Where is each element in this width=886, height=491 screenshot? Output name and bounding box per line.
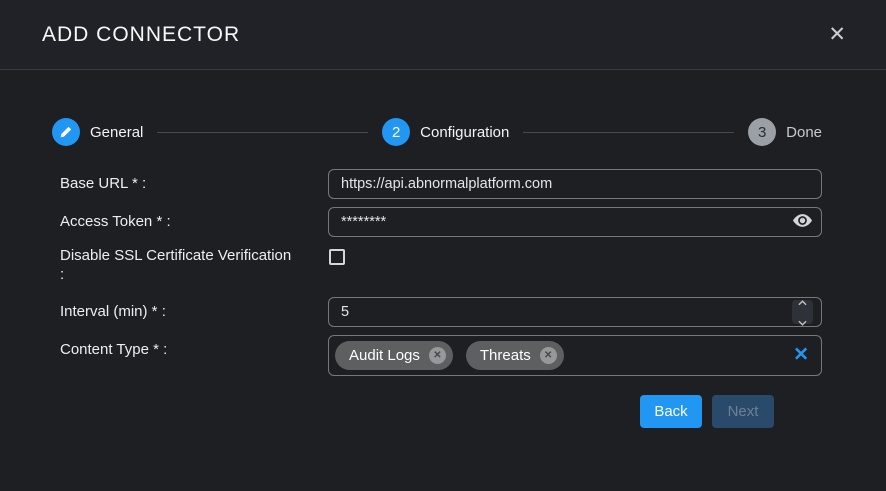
remove-chip-icon[interactable]: ✕: [429, 347, 446, 364]
base-url-label: Base URL * :: [60, 169, 328, 194]
pencil-icon: [52, 118, 80, 146]
chevron-down-icon: [798, 313, 807, 331]
interval-control: [328, 297, 822, 327]
ssl-verification-control: [328, 247, 822, 270]
close-icon: ✕: [828, 23, 846, 46]
chip-audit-logs: Audit Logs ✕: [335, 341, 453, 370]
interval-label: Interval (min) * :: [60, 297, 328, 322]
clear-selection-icon[interactable]: ✕: [793, 346, 809, 365]
base-url-input[interactable]: [328, 169, 822, 199]
content-type-multiselect[interactable]: Audit Logs ✕ Threats ✕: [328, 335, 822, 376]
interval-input[interactable]: [328, 297, 822, 327]
chip-threats: Threats ✕: [466, 341, 564, 370]
dialog-title: ADD CONNECTOR: [42, 23, 240, 47]
ssl-verification-row: Disable SSL Certificate Verification :: [60, 247, 822, 285]
dialog-footer: Back Next: [60, 384, 822, 428]
step-number-2: 2: [382, 118, 410, 146]
add-connector-dialog: ADD CONNECTOR ✕ General 2 Configuration …: [0, 0, 886, 491]
remove-chip-icon[interactable]: ✕: [540, 347, 557, 364]
close-button[interactable]: ✕: [822, 20, 852, 49]
eye-icon: [793, 214, 812, 231]
step-connector: [157, 132, 368, 133]
step-label-configuration: Configuration: [420, 124, 509, 141]
chip-label: Threats: [480, 347, 531, 364]
next-button[interactable]: Next: [712, 395, 774, 428]
step-label-done: Done: [786, 124, 822, 141]
interval-row: Interval (min) * :: [60, 297, 822, 327]
content-type-label: Content Type * :: [60, 335, 328, 360]
step-done[interactable]: 3 Done: [748, 118, 822, 146]
back-button[interactable]: Back: [640, 395, 702, 428]
access-token-label: Access Token * :: [60, 207, 328, 232]
configuration-form: Base URL * : Access Token * :: [0, 169, 886, 428]
stepper: General 2 Configuration 3 Done: [52, 118, 822, 146]
content-type-control: Audit Logs ✕ Threats ✕ ✕: [328, 335, 822, 376]
base-url-control: [328, 169, 822, 199]
ssl-verification-checkbox[interactable]: [329, 249, 345, 265]
toggle-password-visibility-button[interactable]: [793, 214, 812, 231]
interval-stepper[interactable]: [792, 300, 813, 324]
step-connector: [523, 132, 734, 133]
step-number-3: 3: [748, 118, 776, 146]
access-token-input[interactable]: [328, 207, 822, 237]
step-label-general: General: [90, 124, 143, 141]
step-configuration[interactable]: 2 Configuration: [382, 118, 509, 146]
chip-label: Audit Logs: [349, 347, 420, 364]
content-type-row: Content Type * : Audit Logs ✕ Threats ✕ …: [60, 335, 822, 376]
step-general[interactable]: General: [52, 118, 143, 146]
ssl-verification-label: Disable SSL Certificate Verification :: [60, 247, 328, 285]
access-token-row: Access Token * :: [60, 207, 822, 237]
chevron-up-icon: [798, 293, 807, 311]
access-token-control: [328, 207, 822, 237]
base-url-row: Base URL * :: [60, 169, 822, 199]
dialog-header: ADD CONNECTOR ✕: [0, 0, 886, 70]
